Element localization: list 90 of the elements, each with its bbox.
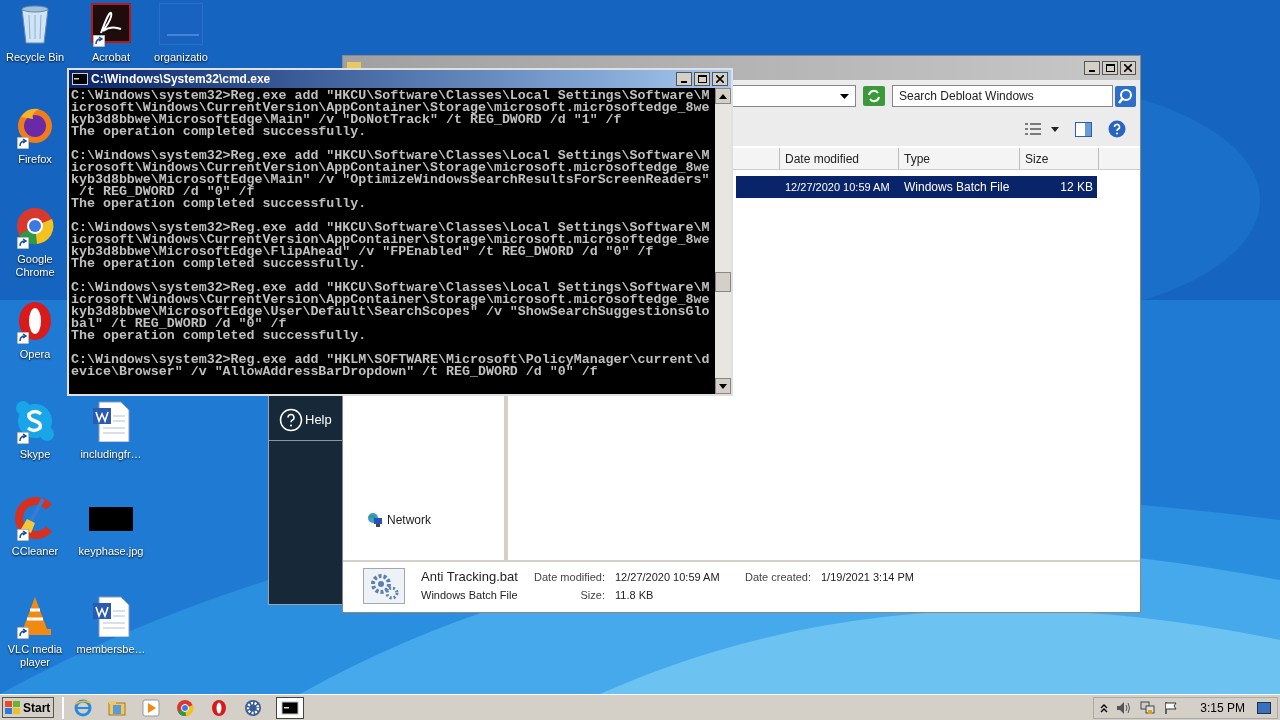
- column-header[interactable]: Date modified: [780, 148, 899, 169]
- console-line: kyb3d8bbwe\MicrosoftEdge\User\Default\SearchScopes" /v "ShowSearchSuggestionsGlo: [71, 306, 710, 318]
- minimize-button[interactable]: [1084, 61, 1100, 75]
- console-line: evice\Browser" /v "AllowAddressBarDropdown" /t REG_DWORD /d "0" /f: [71, 366, 598, 378]
- close-button[interactable]: [712, 72, 728, 86]
- console-line: kyb3d8bbwe\MicrosoftEdge\Main" /v "OptimizeWindowsSearchResultsForScreenReaders": [71, 174, 710, 186]
- file-row[interactable]: 12/27/2020 10:59 AM Windows Batch File 12 KB: [736, 176, 1097, 198]
- field-label: Date modified:: [533, 570, 606, 585]
- console-line: C:\Windows\system32>Reg.exe add "HKCU\Software\Classes\Local Settings\Software\M: [71, 282, 710, 294]
- console-line: C:\Windows\system32>Reg.exe add "HKCU\Software\Classes\Local Settings\Software\M: [71, 90, 710, 102]
- app-tile-icon: [89, 3, 133, 45]
- help-label[interactable]: Help: [305, 409, 332, 430]
- file-icon: [159, 3, 203, 45]
- console-icon: [281, 698, 299, 717]
- console-line: The operation completed successfully.: [71, 330, 367, 342]
- desktop-icon[interactable]: Opera: [4, 300, 66, 361]
- close-icon: [716, 75, 724, 83]
- console-line: /t REG_DWORD /d "0" /f: [78, 186, 255, 198]
- play-icon: [142, 698, 160, 717]
- maximize-button[interactable]: [694, 72, 710, 86]
- desktop-icon[interactable]: VLC media player: [4, 595, 66, 669]
- column-header[interactable]: Size: [1020, 148, 1099, 169]
- network-icon[interactable]: [1140, 700, 1157, 715]
- desktop-icon[interactable]: keyphase.jpg: [80, 497, 142, 558]
- dropdown-icon[interactable]: [840, 93, 849, 99]
- file-type: Windows Batch File: [421, 588, 519, 603]
- ring-icon: [210, 698, 228, 717]
- table-cell-text: 12 KB: [1059, 179, 1094, 196]
- desktop-icon[interactable]: CCleaner: [4, 497, 66, 558]
- field-value: 1/19/2021 3:14 PM: [821, 570, 914, 585]
- field-value: 11.8 KB: [614, 588, 655, 603]
- column-header[interactable]: Type: [899, 148, 1020, 169]
- windows-logo-icon: [5, 700, 21, 715]
- show-desktop-button[interactable]: [1257, 701, 1271, 714]
- table-cell-text: 12/27/2020 10:59 AM: [784, 179, 891, 195]
- refresh-icon[interactable]: [863, 86, 885, 106]
- window-title: C:\Windows\System32\cmd.exe: [91, 71, 271, 88]
- cloud-icon: [13, 400, 57, 442]
- console-line: The operation completed successfully.: [71, 126, 367, 138]
- desktop-icon[interactable]: Google Chrome: [4, 205, 66, 279]
- scroll-up-icon[interactable]: [719, 93, 727, 99]
- console-icon: [72, 73, 88, 85]
- field-label: Date created:: [745, 570, 813, 585]
- browser-icon: [176, 698, 194, 717]
- desktop-icon[interactable]: Acrobat: [80, 3, 142, 64]
- field-value: 12/27/2020 10:59 AM: [614, 570, 721, 585]
- console-line: kyb3d8bbwe\MicrosoftEdge\FlipAhead" /v "FPEnabled" /t REG_DWORD /d "0" /f: [71, 246, 654, 258]
- console-line: kyb3d8bbwe\MicrosoftEdge\Main" /v "DoNotTrack" /t REG_DWORD /d "1" /f: [71, 114, 622, 126]
- file-name: Anti Tracking.bat: [421, 568, 519, 586]
- folder-icon: [108, 698, 126, 717]
- scrollbar-thumb[interactable]: [715, 272, 731, 292]
- console-line: icrosoft\Windows\CurrentVersion\AppContainer\Storage\microsoft.microsoftedge_8we: [71, 162, 710, 174]
- minimize-button[interactable]: [676, 72, 692, 86]
- close-icon: [1124, 64, 1132, 72]
- speaker-icon[interactable]: [1116, 700, 1133, 715]
- console-line: The operation completed successfully.: [71, 258, 367, 270]
- table-cell-text: Windows Batch File: [903, 179, 1011, 196]
- desktop-icon[interactable]: organizatio: [150, 3, 212, 64]
- gear-icon: [244, 698, 262, 717]
- desktop-icon[interactable]: Recycle Bin: [4, 3, 66, 64]
- browser-icon: [74, 698, 92, 717]
- network-globe-icon: [367, 512, 383, 528]
- maximize-button[interactable]: [1102, 61, 1118, 75]
- view-list-icon[interactable]: [1025, 123, 1041, 135]
- preview-pane-icon[interactable]: [1075, 121, 1092, 137]
- field-label: Size:: [579, 588, 606, 603]
- help-icon[interactable]: [279, 407, 303, 432]
- desktop-icon[interactable]: Skype: [4, 400, 66, 461]
- taskbar-button[interactable]: [276, 696, 304, 719]
- search-field[interactable]: Search Debloat Windows: [892, 85, 1113, 107]
- start-button[interactable]: Start: [2, 697, 54, 718]
- console-line: icrosoft\Windows\CurrentVersion\AppContainer\Storage\microsoft.microsoftedge_8we: [71, 234, 710, 246]
- console-line: C:\Windows\system32>Reg.exe add "HKCU\Software\Classes\Local Settings\Software\M: [71, 150, 710, 162]
- flag-icon[interactable]: [1164, 700, 1179, 715]
- console-line: icrosoft\Windows\CurrentVersion\AppContainer\Storage\microsoft.microsoftedge_8we: [71, 294, 710, 306]
- desktop-icon[interactable]: includingfr…: [80, 400, 142, 461]
- close-button[interactable]: [1120, 61, 1136, 75]
- console-line: icrosoft\Windows\CurrentVersion\AppContainer\Storage\microsoft.microsoftedge_8we: [71, 102, 710, 114]
- console-line: The operation completed successfully.: [71, 198, 367, 210]
- gear-file-icon: [363, 568, 405, 604]
- console-line: C:\Windows\system32>Reg.exe add "HKLM\SOFTWARE\Microsoft\PolicyManager\current\d: [71, 354, 710, 366]
- chevron-up-icon[interactable]: [1100, 702, 1109, 713]
- console-line: bal" /t REG_DWORD /d "0" /f: [71, 318, 287, 330]
- dropdown-icon[interactable]: [1051, 126, 1059, 132]
- search-icon[interactable]: [1115, 85, 1136, 107]
- console-line: C:\Windows\system32>Reg.exe add "HKCU\Software\Classes\Local Settings\Software\M: [71, 222, 710, 234]
- scroll-down-icon[interactable]: [719, 383, 727, 389]
- desktop-icon[interactable]: Firefox: [4, 105, 66, 166]
- nav-item[interactable]: Network: [367, 511, 431, 529]
- scrollbar[interactable]: [715, 88, 731, 394]
